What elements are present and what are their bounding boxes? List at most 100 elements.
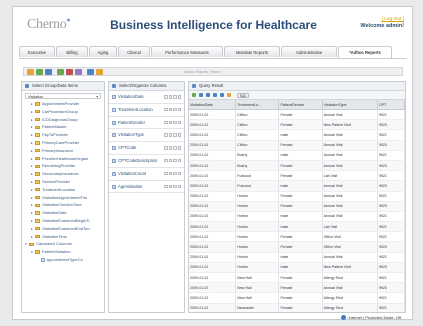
sort-icon[interactable] bbox=[173, 107, 177, 112]
table-row[interactable]: 2009-01-01 Clifton Female Annual Visit 9921 bbox=[189, 109, 405, 121]
move-down-icon[interactable] bbox=[168, 133, 172, 137]
tree-item[interactable]: ▸ SecondaryInsurance bbox=[22, 170, 104, 178]
remove-icon[interactable] bbox=[177, 171, 181, 176]
table-row[interactable]: 2009-01-01 Horton male Annual Visit 9921 bbox=[189, 211, 405, 223]
open-report-icon[interactable] bbox=[36, 69, 43, 75]
sql-button[interactable]: SQL bbox=[237, 92, 249, 98]
save-report-icon[interactable] bbox=[45, 69, 52, 75]
column-row[interactable]: VisitationType bbox=[109, 129, 184, 143]
column-row[interactable]: VisitationCount bbox=[109, 168, 184, 181]
table-row[interactable]: 2009-01-01 Horton male Lab Visit 9921 bbox=[189, 221, 405, 233]
tree-item[interactable]: ▸ ICDDiagnosisGroup bbox=[22, 116, 104, 124]
move-down-icon[interactable] bbox=[168, 184, 172, 189]
table-row[interactable]: 2009-01-01 Horton Female Annual Visit 9920 bbox=[189, 201, 405, 212]
move-up-icon[interactable] bbox=[164, 146, 168, 150]
next-page-icon[interactable] bbox=[213, 93, 217, 97]
table-row[interactable]: 2009-01-01 Horton male Annual Visit 9921 bbox=[189, 252, 405, 263]
table-row[interactable]: 2009-01-01 New Hall Female Allergy Shot 9921 bbox=[189, 272, 405, 284]
sort-icon[interactable] bbox=[173, 146, 177, 150]
remove-icon[interactable] bbox=[177, 95, 181, 99]
remove-icon[interactable] bbox=[177, 184, 181, 189]
sort-icon[interactable] bbox=[173, 95, 177, 99]
print-report-icon[interactable] bbox=[87, 69, 94, 75]
delete-report-icon[interactable] bbox=[66, 69, 73, 75]
tab-mandate-reports[interactable]: Mandate Reports bbox=[224, 46, 280, 57]
tree-item[interactable]: ▸ VisitationTime bbox=[22, 233, 104, 241]
table-row[interactable]: 2009-01-01 Bushy Female Annual Visit 9920 bbox=[189, 160, 405, 172]
column-row[interactable]: TreatmentLocation bbox=[109, 104, 184, 117]
move-down-icon[interactable] bbox=[168, 95, 172, 99]
move-up-icon[interactable] bbox=[164, 133, 168, 137]
tree-item[interactable]: ▸ VisitationCheckInTime bbox=[22, 201, 104, 209]
tree-item[interactable]: AppointmentTypeCo bbox=[22, 256, 104, 264]
tree-item[interactable]: ▾ Calculated Columns bbox=[22, 240, 104, 248]
table-row[interactable]: 2009-01-01 Horton Female Office Visit 9921 bbox=[189, 231, 405, 243]
table-row[interactable]: 2009-01-01 Bushy male Annual Visit 9921 bbox=[189, 150, 405, 161]
sort-icon[interactable] bbox=[173, 133, 177, 137]
column-row[interactable]: PatientGender bbox=[109, 117, 184, 130]
last-page-icon[interactable] bbox=[220, 93, 224, 97]
table-row[interactable]: 2009-01-01 Clifton Female Annual Visit 9920 bbox=[189, 140, 405, 151]
tree-item[interactable]: ▸ PrimaryInsurance bbox=[22, 147, 104, 155]
move-up-icon[interactable] bbox=[164, 171, 168, 176]
sort-icon[interactable] bbox=[173, 158, 177, 163]
tab-billing[interactable]: Billing bbox=[56, 46, 88, 57]
tab-performance-measures[interactable]: Performance Measures bbox=[151, 46, 223, 57]
move-up-icon[interactable] bbox=[164, 184, 168, 189]
tab-administrative[interactable]: Administrative bbox=[281, 46, 337, 57]
logout-link[interactable]: [ Log Out ] bbox=[360, 17, 404, 22]
column-header[interactable]: PatientGender bbox=[278, 100, 323, 110]
move-up-icon[interactable] bbox=[164, 95, 168, 99]
move-down-icon[interactable] bbox=[168, 158, 172, 163]
column-row[interactable]: CPTCodeDescription bbox=[109, 155, 184, 168]
tab-aging[interactable]: Aging bbox=[89, 46, 117, 57]
tab-adhoc-reports[interactable]: *Adhoc Reports bbox=[338, 46, 392, 58]
tree-item[interactable]: ▸ ProviderHealthcareOrgani bbox=[22, 155, 104, 163]
column-header[interactable]: CPT bbox=[377, 100, 405, 110]
prev-page-icon[interactable] bbox=[206, 93, 210, 97]
tree-item[interactable]: ▸ CptProcedureGroup bbox=[22, 108, 104, 116]
move-down-icon[interactable] bbox=[168, 146, 172, 150]
refresh-icon[interactable] bbox=[227, 93, 231, 97]
tree-item[interactable]: ▸ VisitationAppointmentTim bbox=[22, 194, 104, 202]
table-row[interactable]: 2009-01-01 Clifton Female New Patient Visit… bbox=[189, 119, 405, 131]
tree-item[interactable]: ▸ ServiceProvider bbox=[22, 178, 104, 186]
table-row[interactable]: 2009-01-01 New Hall Female Annual Visit 9920 bbox=[189, 282, 405, 294]
remove-icon[interactable] bbox=[177, 133, 181, 137]
table-row[interactable]: 2009-01-01 Horton Female Annual Visit 9921 bbox=[189, 191, 405, 202]
sort-icon[interactable] bbox=[173, 171, 177, 176]
run-report-icon[interactable] bbox=[57, 69, 64, 75]
table-row[interactable]: 2009-01-01 Clifton male Annual Visit 9921 bbox=[189, 129, 405, 141]
tab-clinical[interactable]: Clinical bbox=[118, 46, 150, 57]
table-row[interactable]: 2009-01-01 New Hall Female Allergy Shot 9921 bbox=[189, 292, 405, 304]
tree-item[interactable]: ▸ VisitationDate bbox=[22, 209, 104, 217]
export-report-icon[interactable] bbox=[75, 69, 82, 75]
tree-item[interactable]: ▸ VisitationExaminedEndTim bbox=[22, 225, 104, 233]
remove-icon[interactable] bbox=[177, 107, 181, 112]
move-up-icon[interactable] bbox=[164, 120, 168, 125]
tree-item[interactable]: ▸ PayToProvider bbox=[22, 131, 104, 139]
tree-item[interactable]: ▸ PatientMaster bbox=[22, 123, 104, 131]
move-up-icon[interactable] bbox=[164, 158, 168, 163]
tree-item[interactable]: ▸ TreatmentLocation bbox=[22, 186, 104, 194]
tree-item[interactable]: ▸ PrimaryCareProvider bbox=[22, 139, 104, 147]
tab-executive[interactable]: Executive bbox=[19, 46, 55, 57]
first-page-icon[interactable] bbox=[199, 93, 203, 97]
remove-icon[interactable] bbox=[177, 158, 181, 163]
column-row[interactable]: VisitationDate bbox=[109, 91, 184, 104]
move-down-icon[interactable] bbox=[168, 171, 172, 176]
tree-item[interactable]: ▸ RenderingProvider bbox=[22, 162, 104, 170]
sort-icon[interactable] bbox=[173, 184, 177, 189]
group-search-select[interactable]: Visitation ▼ bbox=[25, 93, 101, 99]
column-header[interactable]: TreatmentLo... bbox=[235, 100, 280, 110]
tree-item[interactable]: ▸ AppointmentProvider bbox=[22, 100, 104, 108]
settings-report-icon[interactable] bbox=[96, 69, 103, 75]
remove-icon[interactable] bbox=[177, 120, 181, 125]
run-query-icon[interactable] bbox=[192, 93, 196, 97]
table-row[interactable]: 2009-01-01 Fulwood male Annual Visit 9920 bbox=[189, 180, 405, 192]
sort-icon[interactable] bbox=[173, 120, 177, 125]
move-down-icon[interactable] bbox=[168, 120, 172, 125]
table-row[interactable]: 2009-01-01 Horton male New Patient Visit 992… bbox=[189, 262, 405, 274]
move-up-icon[interactable] bbox=[164, 107, 168, 112]
tree-item[interactable]: ▾ PatientVisitation bbox=[22, 248, 104, 256]
